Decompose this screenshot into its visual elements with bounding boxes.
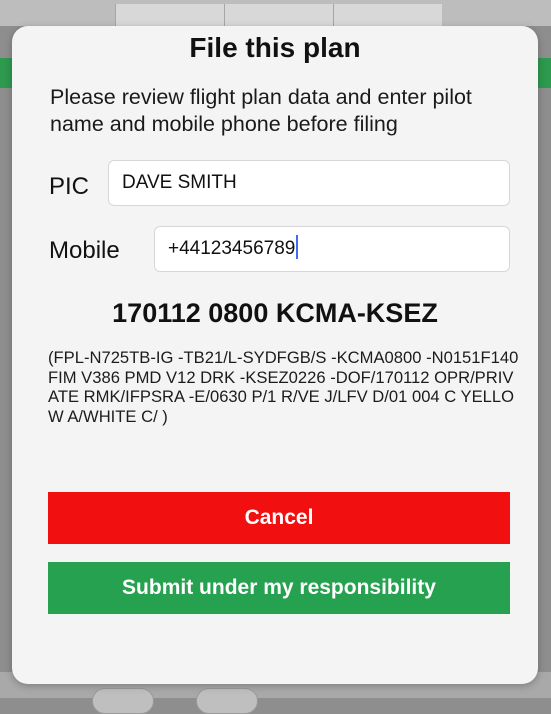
file-plan-dialog: File this plan Please review flight plan… (12, 26, 538, 684)
pic-input[interactable]: DAVE SMITH (108, 160, 510, 206)
flight-plan-text: (FPL-N725TB-IG -TB21/L-SYDFGB/S -KCMA080… (48, 348, 523, 426)
submit-button[interactable]: Submit under my responsibility (48, 562, 510, 614)
pic-label: PIC (49, 173, 90, 200)
cancel-button[interactable]: Cancel (48, 492, 510, 544)
background-toolbar-segment (115, 4, 224, 26)
pic-input-value: DAVE SMITH (122, 172, 237, 193)
mobile-input[interactable]: +44123456789 (154, 226, 510, 272)
plan-heading: 170112 0800 KCMA-KSEZ (112, 298, 438, 328)
mobile-label: Mobile (49, 237, 120, 264)
dialog-title: File this plan (189, 32, 361, 63)
dialog-message: Please review flight plan data and enter… (50, 85, 472, 136)
background-bottom-pill (196, 688, 258, 714)
background-toolbar (0, 0, 551, 26)
text-cursor (296, 234, 299, 259)
background-toolbar-segment (224, 4, 333, 26)
background-toolbar-segment (333, 4, 442, 26)
background-bottom-pill (92, 688, 154, 714)
mobile-input-value: +44123456789 (168, 238, 296, 259)
